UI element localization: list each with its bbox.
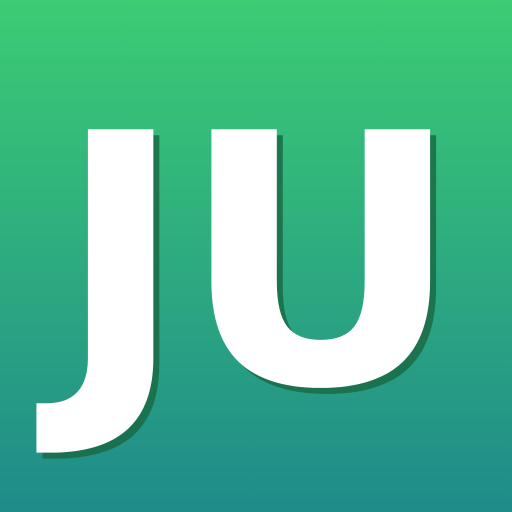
avatar-initials-graphic: JU JU	[0, 0, 512, 512]
avatar-initials: JU	[34, 61, 456, 466]
avatar-tile: JU JU	[0, 0, 512, 512]
